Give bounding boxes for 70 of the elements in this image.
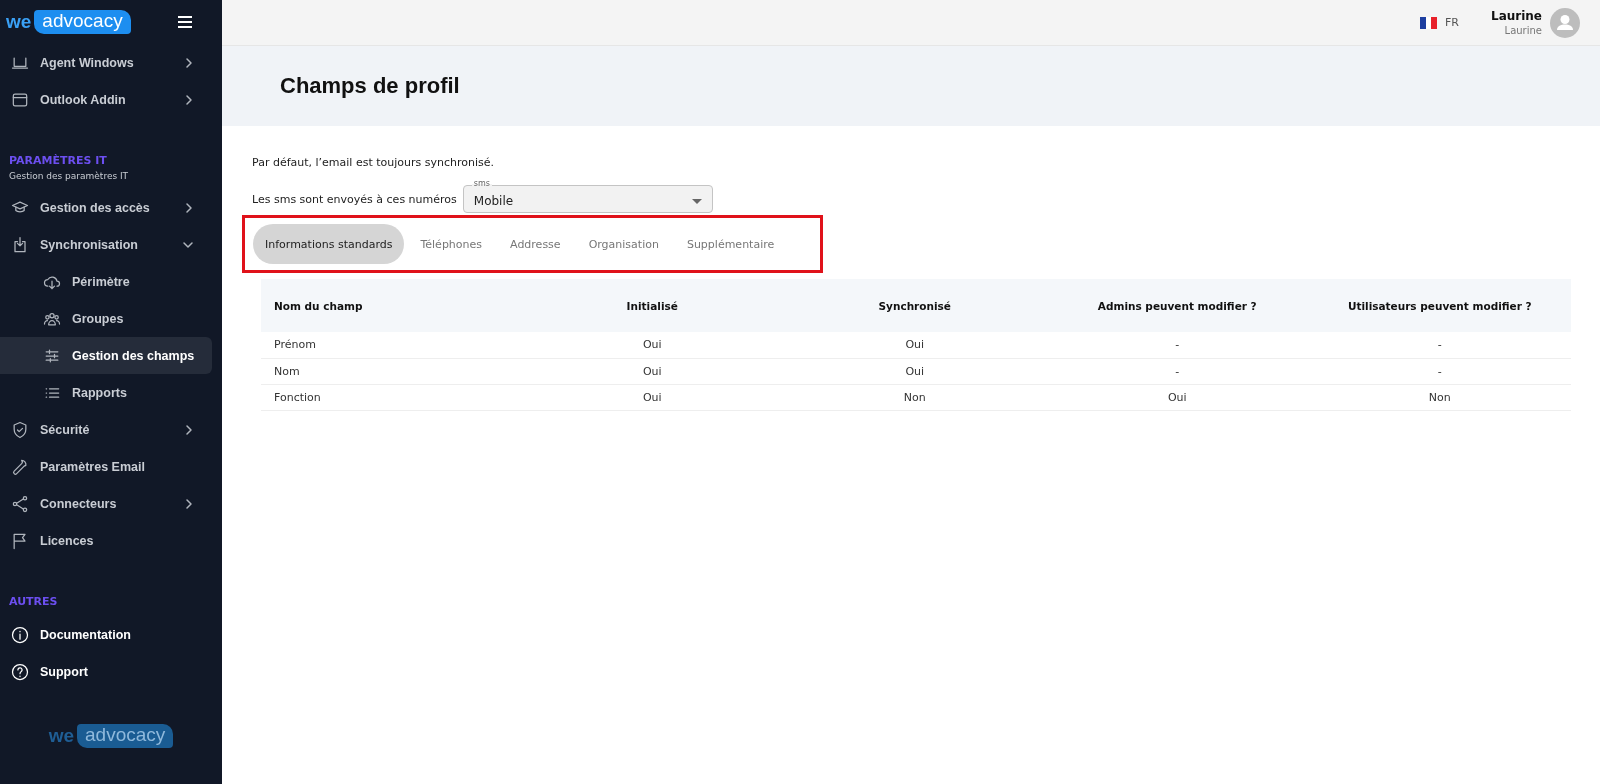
sidebar-item[interactable]: Gestion des champs: [0, 337, 212, 374]
sidebar-label: Périmètre: [72, 274, 131, 289]
column-header: Admins peuvent modifier ?: [1046, 279, 1309, 332]
sidebar-label: Outlook Addin: [40, 92, 127, 107]
sidebar-label: Synchronisation: [40, 237, 139, 252]
tab[interactable]: Supplémentaire: [674, 224, 787, 264]
sidebar-item[interactable]: Documentation: [0, 616, 212, 653]
footer-logo: we advocacy: [48, 724, 174, 748]
tab[interactable]: Addresse: [498, 224, 573, 264]
flag-icon: [1420, 16, 1437, 29]
table-cell: Fonction: [261, 384, 521, 410]
sidebar-label: Gestion des champs: [72, 348, 195, 363]
table-cell: Non: [1308, 384, 1571, 410]
sidebar-item[interactable]: Agent Windows: [0, 44, 212, 81]
table-cell: Oui: [521, 332, 784, 358]
column-header: Nom du champ: [261, 279, 521, 332]
table-cell: Oui: [1046, 384, 1309, 410]
sidebar-label: Groupes: [72, 311, 125, 326]
tab[interactable]: Informations standards: [253, 224, 405, 264]
table-cell: Non: [783, 384, 1046, 410]
sidebar-item[interactable]: Connecteurs: [0, 485, 212, 522]
section-subtitle: Gestion des paramètres IT: [9, 171, 130, 181]
table-cell: Oui: [783, 332, 1046, 358]
table-cell: Prénom: [261, 332, 521, 358]
column-header: Utilisateurs peuvent modifier ?: [1308, 279, 1571, 332]
dropdown-caret-icon: [691, 198, 702, 204]
sidebar-label: Rapports: [72, 385, 128, 400]
language-code[interactable]: FR: [1445, 16, 1459, 29]
help-icon: [10, 661, 30, 682]
menu-button[interactable]: [178, 16, 192, 28]
sidebar-item[interactable]: Outlook Addin: [0, 81, 212, 118]
sidebar-item[interactable]: Périmètre: [0, 263, 212, 300]
sms-label: Les sms sont envoyés à ces numéros: [252, 192, 457, 206]
sidebar-label: Paramètres Email: [40, 459, 146, 474]
user-name: Laurine: [1491, 9, 1542, 23]
sidebar-label: Connecteurs: [40, 496, 118, 511]
sidebar-item[interactable]: Groupes: [0, 300, 212, 337]
sidebar-item[interactable]: Synchronisation: [0, 226, 212, 263]
page-title: Champs de profil: [280, 73, 460, 99]
sidebar-label: Documentation: [40, 627, 132, 642]
table-cell: Oui: [783, 358, 1046, 384]
table-cell: Oui: [521, 358, 784, 384]
table-cell: -: [1046, 358, 1309, 384]
sidebar-item[interactable]: Sécurité: [0, 411, 212, 448]
sidebar-label: Licences: [40, 533, 95, 548]
column-header: Synchronisé: [783, 279, 1046, 332]
table-cell: Nom: [261, 358, 521, 384]
sidebar-item[interactable]: Paramètres Email: [0, 448, 212, 485]
sidebar-item[interactable]: Support: [0, 653, 212, 690]
section-heading: AUTRES: [9, 595, 59, 608]
user-subtitle: Laurine: [1503, 25, 1542, 36]
tab[interactable]: Téléphones: [408, 224, 495, 264]
column-header: Initialisé: [521, 279, 784, 332]
table-cell: -: [1308, 358, 1571, 384]
sidebar-label: Agent Windows: [40, 55, 135, 70]
logo: we advocacy: [6, 10, 131, 34]
sidebar-item[interactable]: Rapports: [0, 374, 212, 411]
info-text: Par défaut, l’email est toujours synchronisé.: [252, 156, 496, 169]
sidebar-item[interactable]: Licences: [0, 522, 212, 559]
table-cell: Oui: [521, 384, 784, 410]
sidebar-label: Gestion des accès: [40, 200, 151, 215]
sidebar-label: Support: [40, 664, 89, 679]
sidebar-label: Sécurité: [40, 422, 91, 437]
info-icon: [10, 624, 30, 645]
table-cell: -: [1046, 332, 1309, 358]
sidebar-item[interactable]: Gestion des accès: [0, 189, 212, 226]
tab[interactable]: Organisation: [576, 224, 671, 264]
table-cell: -: [1308, 332, 1571, 358]
section-heading: PARAMÈTRES IT: [9, 154, 108, 167]
share-icon: [10, 493, 30, 514]
